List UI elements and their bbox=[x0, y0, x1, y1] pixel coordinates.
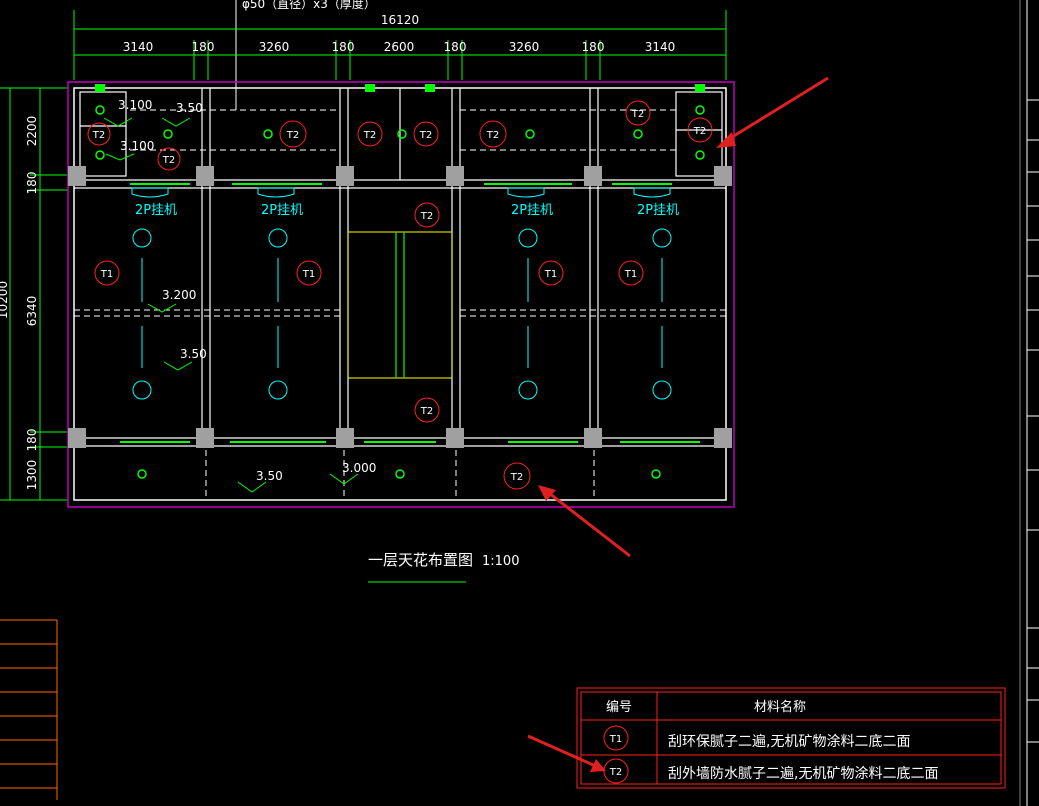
tag-t2: T2 bbox=[479, 120, 507, 148]
svg-text:T1: T1 bbox=[624, 269, 637, 280]
legend-header-code: 编号 bbox=[606, 700, 632, 715]
dim-text: 180 bbox=[25, 429, 39, 452]
level-text: 3.200 bbox=[162, 288, 196, 302]
dim-text: 180 bbox=[582, 40, 605, 54]
legend-code: T2 bbox=[609, 767, 622, 778]
tag-t2: T2 bbox=[157, 147, 181, 171]
room-label: 2P挂机 bbox=[261, 203, 303, 218]
dim-text: 2600 bbox=[384, 40, 415, 54]
tag-t1: T1 bbox=[296, 260, 322, 286]
top-dimensions: 16120 3140 180 3260 180 2600 180 3260 18… bbox=[73, 10, 727, 80]
drawing-scale: 1:100 bbox=[482, 554, 519, 569]
dim-text: 1300 bbox=[25, 460, 39, 491]
dim-text: 180 bbox=[332, 40, 355, 54]
tag-t2: T2 bbox=[414, 397, 440, 423]
svg-text:T1: T1 bbox=[302, 269, 315, 280]
legend-header-material: 材料名称 bbox=[754, 699, 806, 715]
tag-t2: T2 bbox=[279, 120, 307, 148]
svg-text:T2: T2 bbox=[420, 211, 433, 222]
ac-units bbox=[131, 187, 671, 198]
tag-t1: T1 bbox=[94, 260, 120, 286]
drawing-title: 一层天花布置图 bbox=[368, 551, 473, 569]
overall-width: 16120 bbox=[381, 13, 419, 27]
left-total: 10200 bbox=[0, 281, 10, 319]
dim-text: 3140 bbox=[123, 40, 154, 54]
annotation-arrows bbox=[527, 76, 829, 772]
svg-text:T2: T2 bbox=[92, 130, 105, 141]
room-label: 2P挂机 bbox=[135, 203, 177, 218]
level-text: 3.50 bbox=[176, 101, 203, 115]
svg-text:T2: T2 bbox=[486, 130, 499, 141]
svg-text:T1: T1 bbox=[544, 269, 557, 280]
legend-material: 刮环保腻子二遍,无机矿物涂料二底二面 bbox=[668, 734, 910, 750]
dim-text: 6340 bbox=[25, 296, 39, 327]
room-label: 2P挂机 bbox=[637, 203, 679, 218]
legend-table: 编号 材料名称 T1 刮环保腻子二遍,无机矿物涂料二底二面 T2 刮外墙防水腻子… bbox=[576, 687, 1006, 789]
dim-text: 180 bbox=[192, 40, 215, 54]
legend-material: 刮外墙防水腻子二遍,无机矿物涂料二底二面 bbox=[668, 766, 938, 782]
level-marks: 3.100 3.50 3.100 3.200 3.50 3.50 3.000 bbox=[103, 98, 376, 493]
svg-text:T2: T2 bbox=[510, 472, 523, 483]
svg-text:T2: T2 bbox=[420, 406, 433, 417]
svg-text:T2: T2 bbox=[693, 126, 706, 137]
tag-t2: T2 bbox=[357, 121, 383, 147]
tag-t1: T1 bbox=[538, 260, 564, 286]
dim-text: 180 bbox=[444, 40, 467, 54]
left-dimensions: 2200 180 6340 180 1300 10200 bbox=[0, 87, 68, 501]
top-note: φ50（直径）x3（厚度） bbox=[242, 0, 376, 11]
tag-t2: T2 bbox=[413, 121, 439, 147]
tag-t2: T2 bbox=[625, 100, 651, 126]
level-text: 3.50 bbox=[256, 469, 283, 483]
svg-text:T1: T1 bbox=[100, 269, 113, 280]
level-text: 3.000 bbox=[342, 461, 376, 475]
dim-text: 180 bbox=[25, 172, 39, 195]
legend-code: T1 bbox=[609, 734, 622, 745]
dim-text: 2200 bbox=[25, 116, 39, 147]
svg-text:T2: T2 bbox=[162, 155, 175, 166]
level-text: 3.100 bbox=[120, 139, 154, 153]
room-label: 2P挂机 bbox=[511, 203, 553, 218]
tag-t1: T1 bbox=[618, 260, 644, 286]
cad-canvas[interactable]: φ50（直径）x3（厚度） 16120 3140 180 3260 180 26… bbox=[0, 0, 1039, 806]
svg-text:T2: T2 bbox=[363, 130, 376, 141]
title-block-fragment bbox=[1019, 0, 1039, 806]
svg-text:T2: T2 bbox=[631, 109, 644, 120]
level-text: 3.50 bbox=[180, 347, 207, 361]
dim-text: 3260 bbox=[259, 40, 290, 54]
tag-t2: T2 bbox=[503, 462, 531, 490]
svg-text:T2: T2 bbox=[419, 130, 432, 141]
tag-t2: T2 bbox=[414, 202, 440, 228]
svg-text:T2: T2 bbox=[286, 130, 299, 141]
dim-text: 3140 bbox=[645, 40, 676, 54]
dim-text: 3260 bbox=[509, 40, 540, 54]
left-table-fragment bbox=[0, 619, 58, 800]
level-text: 3.100 bbox=[118, 98, 152, 112]
